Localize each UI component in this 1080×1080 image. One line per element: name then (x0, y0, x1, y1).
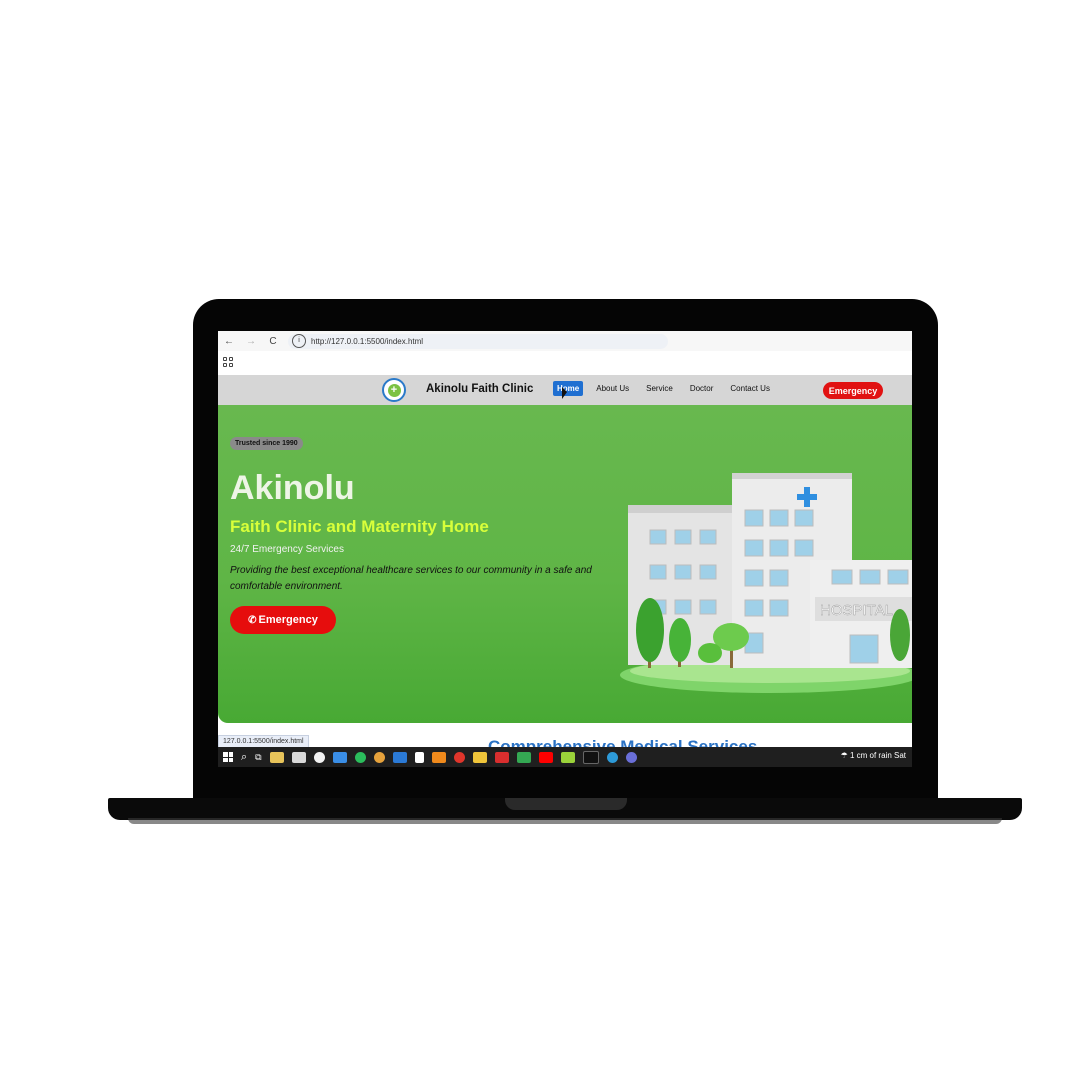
laptop-screen: ← → C i http://127.0.0.1:5500/index.html… (218, 331, 912, 767)
hero-section: Trusted since 1990 Akinolu Faith Clinic … (218, 405, 912, 723)
spotify-icon[interactable] (354, 751, 366, 763)
vscode-icon[interactable] (392, 751, 407, 763)
search-icon[interactable]: ⌕ (241, 751, 247, 764)
weather-text: 1 cm of rain Sat (849, 751, 906, 760)
browser-toolbar: ← → C i http://127.0.0.1:5500/index.html (218, 331, 912, 351)
vlc-icon[interactable] (431, 751, 446, 763)
laptop-base-shadow (128, 818, 1002, 824)
weather-widget[interactable]: ☂ 1 cm of rain Sat (841, 751, 906, 760)
edge-icon[interactable] (606, 751, 618, 763)
forward-button[interactable]: → (240, 336, 262, 347)
browser-active-icon[interactable] (373, 751, 385, 763)
hand-cursor-icon (562, 387, 567, 399)
nav-about-us[interactable]: About Us (592, 381, 633, 396)
mail-icon[interactable] (332, 751, 347, 763)
hero-title: Akinolu (230, 469, 355, 507)
reload-button[interactable]: C (262, 336, 284, 347)
site-header: + Akinolu Faith Clinic Home About Us Ser… (218, 375, 912, 405)
app-red-icon[interactable] (494, 751, 509, 763)
hero-subtitle: Faith Clinic and Maternity Home (230, 517, 489, 536)
app-green-icon[interactable] (560, 751, 575, 763)
windows-taskbar: ⌕ ⧉ ☂ 1 cm of rain Sat (218, 747, 912, 767)
apps-grid-icon[interactable] (223, 357, 233, 367)
discord-icon[interactable] (625, 751, 637, 763)
address-url: http://127.0.0.1:5500/index.html (311, 336, 424, 346)
windows-start-icon[interactable] (223, 752, 233, 762)
laptop-notch (505, 798, 627, 810)
hero-emergency-label: Emergency (258, 614, 318, 626)
hospital-illustration: HOSPITAL (620, 473, 912, 693)
document-icon[interactable] (414, 751, 424, 763)
task-view-icon[interactable]: ⧉ (255, 752, 261, 763)
site-info-icon[interactable]: i (292, 334, 306, 348)
nav-home[interactable]: Home (553, 381, 584, 396)
calendar-icon[interactable] (291, 751, 306, 763)
chrome-icon[interactable] (313, 751, 325, 763)
trusted-badge: Trusted since 1990 (230, 437, 303, 450)
clinic-logo[interactable]: + (382, 378, 406, 402)
git-icon[interactable] (472, 751, 487, 763)
address-bar[interactable]: i http://127.0.0.1:5500/index.html (288, 333, 668, 349)
hero-emergency-button[interactable]: ✆ Emergency (230, 606, 336, 634)
nav-contact-us[interactable]: Contact Us (726, 381, 774, 396)
tiktok-icon[interactable] (582, 750, 599, 764)
main-nav: Home About Us Service Doctor Contact Us (553, 381, 783, 396)
hero-tagline: 24/7 Emergency Services (230, 544, 344, 555)
nav-service[interactable]: Service (642, 381, 677, 396)
hospital-sign: HOSPITAL (820, 602, 893, 619)
nav-doctor[interactable]: Doctor (686, 381, 718, 396)
phone-icon: ✆ (248, 614, 257, 626)
umbrella-icon: ☂ (840, 751, 848, 760)
hero-description: Providing the best exceptional healthcar… (230, 565, 592, 592)
bookmarks-bar (218, 351, 912, 375)
emergency-header-button[interactable]: Emergency (823, 382, 883, 399)
back-button[interactable]: ← (218, 336, 240, 347)
file-explorer-icon[interactable] (269, 751, 284, 763)
drive-icon[interactable] (516, 751, 531, 763)
record-icon[interactable] (453, 751, 465, 763)
youtube-icon[interactable] (538, 751, 553, 763)
plus-icon: + (387, 383, 401, 397)
brand-name[interactable]: Akinolu Faith Clinic (426, 383, 533, 395)
